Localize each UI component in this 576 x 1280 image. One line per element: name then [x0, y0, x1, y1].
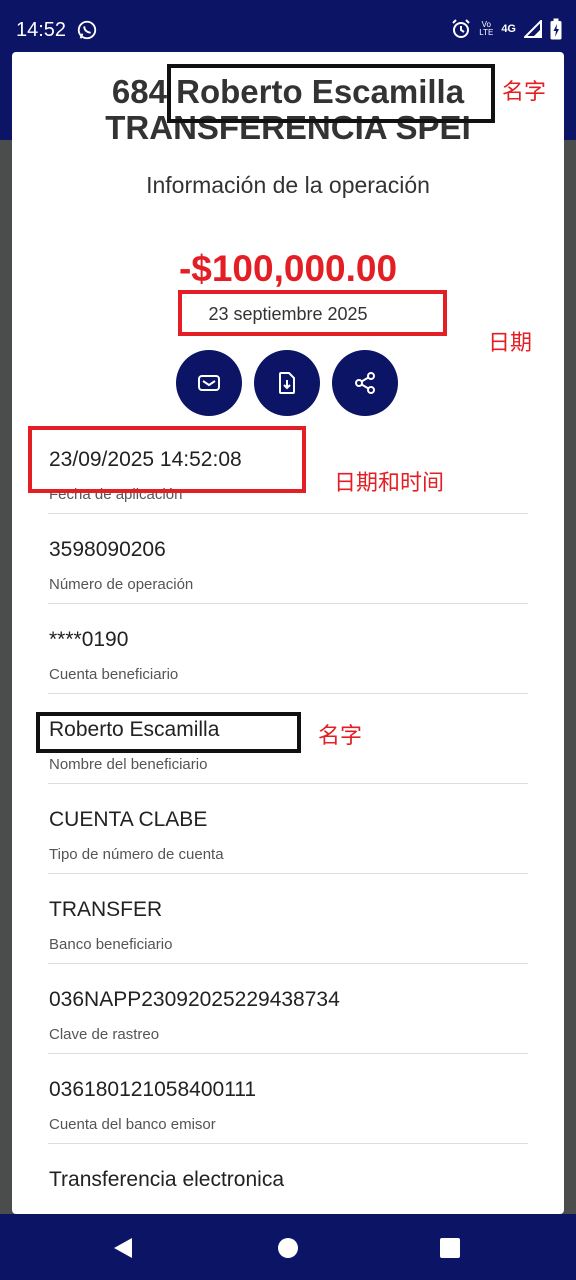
back-icon[interactable]: [112, 1236, 134, 1260]
detail-row-numero-operacion: 3598090206 Número de operación: [48, 514, 528, 604]
detail-row-clave-rastreo: 036NAPP23092025229438734 Clave de rastre…: [48, 964, 528, 1054]
detail-value: CUENTA CLABE: [49, 808, 208, 831]
annotation-box-datetime: [28, 426, 306, 493]
alarm-icon: [452, 19, 470, 38]
detail-row-banco-beneficiario: TRANSFER Banco beneficiario: [48, 874, 528, 964]
detail-label: Banco beneficiario: [49, 936, 173, 953]
share-button[interactable]: [332, 350, 398, 416]
download-icon: [279, 372, 295, 394]
section-subtitle: Información de la operación: [146, 172, 430, 198]
signal-icon: [524, 20, 542, 38]
annotation-box-date: [178, 290, 447, 336]
detail-list: 23/09/2025 14:52:08 Fecha de aplicación …: [48, 424, 528, 1214]
detail-label: Cuenta beneficiario: [49, 666, 179, 683]
annotation-name-top: 名字: [502, 80, 547, 105]
network-type: 4G: [501, 23, 516, 35]
annotation-datetime: 日期和时间: [334, 471, 445, 496]
detail-value: ****0190: [49, 628, 129, 651]
detail-value: 036180121058400111: [49, 1078, 257, 1101]
annotation-box-name-row: [36, 712, 301, 753]
mail-icon: [198, 375, 220, 391]
email-button[interactable]: [176, 350, 242, 416]
annotation-box-name-title: [167, 64, 495, 123]
volte-icon: Vo LTE: [479, 20, 494, 37]
detail-label: Tipo de número de cuenta: [49, 846, 224, 863]
detail-label: Cuenta del banco emisor: [49, 1116, 216, 1133]
annotation-date: 日期: [488, 331, 533, 356]
detail-row-tipo-cuenta: CUENTA CLABE Tipo de número de cuenta: [48, 784, 528, 874]
detail-row-concepto: Transferencia electronica: [48, 1144, 528, 1214]
status-bar: 14:52 Vo LTE 4G: [0, 0, 576, 58]
detail-value: 036NAPP23092025229438734: [49, 988, 340, 1011]
battery-icon: [550, 18, 562, 40]
operation-detail-card: 684 Roberto Escamilla TRANSFERENCIA SPEI…: [12, 52, 564, 1214]
action-buttons: [176, 350, 398, 416]
detail-label: Número de operación: [49, 576, 194, 593]
share-icon: [355, 372, 375, 394]
detail-label: Clave de rastreo: [49, 1026, 160, 1043]
detail-value: Transferencia electronica: [49, 1168, 284, 1191]
system-nav-bar: [0, 1214, 576, 1280]
detail-row-cuenta-beneficiario: ****0190 Cuenta beneficiario: [48, 604, 528, 694]
detail-value: 3598090206: [49, 538, 166, 561]
home-button[interactable]: [278, 1238, 298, 1258]
detail-label: Nombre del beneficiario: [49, 756, 208, 773]
download-button[interactable]: [254, 350, 320, 416]
transfer-amount: -$100,000.00: [178, 248, 398, 289]
recent-apps-button[interactable]: [440, 1238, 460, 1258]
annotation-name-row: 名字: [318, 724, 363, 749]
detail-row-cuenta-emisor: 036180121058400111 Cuenta del banco emis…: [48, 1054, 528, 1144]
detail-value: TRANSFER: [49, 898, 163, 921]
status-time: 14:52: [16, 19, 67, 41]
whatsapp-icon: [77, 20, 97, 40]
status-icons: Vo LTE 4G: [451, 16, 562, 42]
